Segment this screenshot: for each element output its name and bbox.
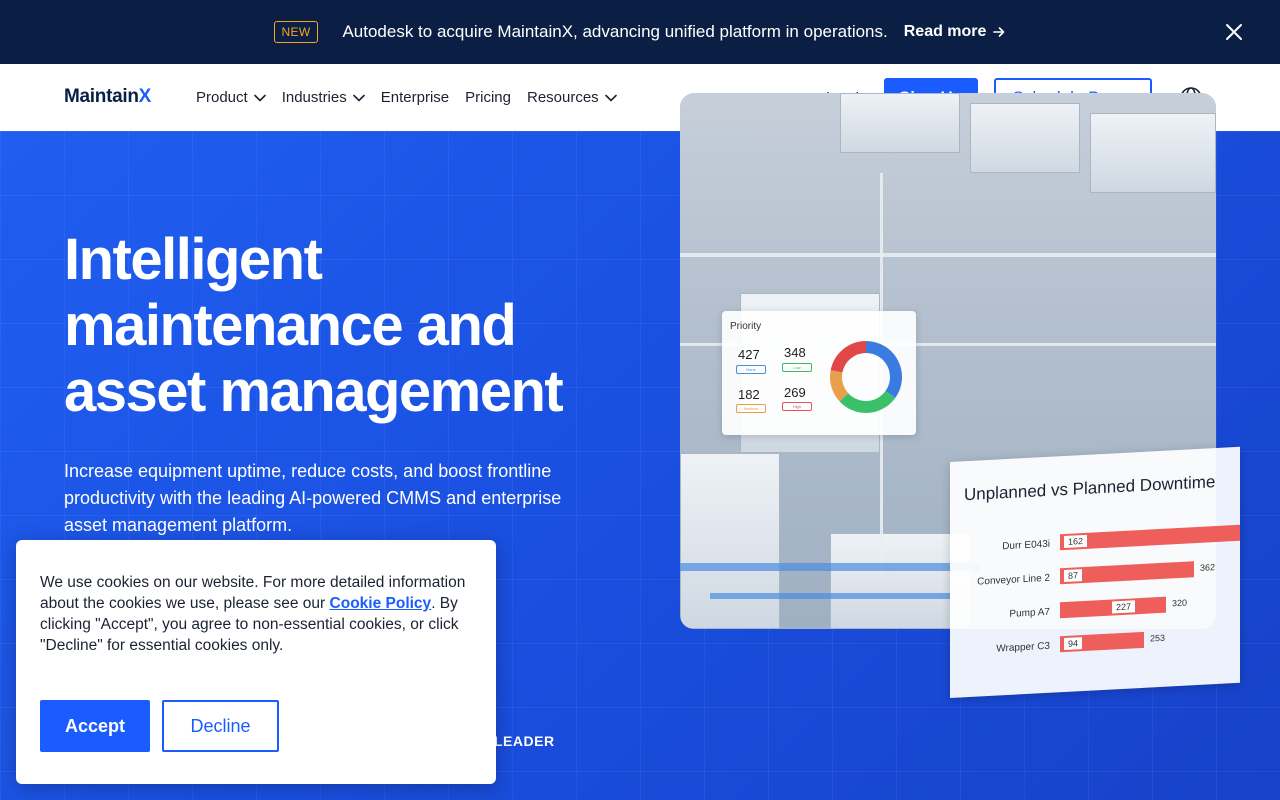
- priority-card: Priority 427 None 348 Low 182 Medium 269…: [722, 311, 916, 435]
- guard-rail: [680, 253, 1216, 257]
- arrow-right-icon: [993, 27, 1005, 37]
- downtime-bar-value: 227: [1112, 600, 1136, 614]
- downtime-bar-total: 362: [1200, 562, 1216, 573]
- downtime-row-label: Conveyor Line 2: [977, 572, 1050, 588]
- blue-frame: [710, 593, 950, 599]
- downtime-bar-total: 320: [1172, 597, 1188, 609]
- priority-value: 269: [784, 385, 806, 400]
- downtime-bar-value: 162: [1064, 534, 1088, 549]
- downtime-row-label: Wrapper C3: [996, 640, 1050, 655]
- new-badge: NEW: [273, 21, 319, 43]
- read-more-label: Read more: [903, 23, 987, 40]
- nav-item-label: Enterprise: [380, 89, 450, 106]
- nav-item-product[interactable]: Product: [196, 89, 266, 106]
- machine-shape: [840, 93, 960, 153]
- announcement-message: Autodesk to acquire MaintainX, advancing…: [342, 22, 888, 41]
- maintainx-logo[interactable]: MaintainX: [64, 86, 151, 108]
- priority-value: 182: [738, 387, 760, 402]
- downtime-bar: 94: [1060, 631, 1144, 653]
- machine-shape: [970, 103, 1080, 173]
- donut-slice-1: [839, 390, 896, 413]
- cookie-text: We use cookies on our website. For more …: [40, 572, 480, 656]
- downtime-bar-value: 87: [1064, 569, 1083, 583]
- cookie-banner: We use cookies on our website. For more …: [16, 540, 496, 784]
- nav-item-label: Product: [196, 89, 248, 106]
- downtime-row-label: Pump A7: [1009, 606, 1050, 620]
- downtime-bar-total: 253: [1150, 632, 1166, 644]
- downtime-bar: 87: [1060, 561, 1194, 585]
- donut-slice-2: [830, 370, 849, 402]
- machine-shape: [1090, 113, 1216, 193]
- machine-shape: [830, 533, 970, 629]
- downtime-title: Unplanned vs Planned Downtime: [964, 472, 1216, 505]
- decline-button[interactable]: Decline: [162, 700, 279, 752]
- leader-badge-text: LEADER: [494, 733, 555, 749]
- priority-value: 427: [738, 347, 760, 362]
- priority-tag: Low: [782, 363, 812, 372]
- blue-frame: [680, 563, 980, 571]
- downtime-row-label: Durr E043i: [1002, 538, 1050, 553]
- priority-donut-chart: [830, 341, 902, 413]
- announcement-bar: NEW Autodesk to acquire MaintainX, advan…: [0, 0, 1280, 64]
- nav-menu: Product Industries Enterprise Pricing Re…: [196, 64, 633, 131]
- priority-tag: Medium: [736, 404, 766, 413]
- read-more-link[interactable]: Read more: [904, 23, 1007, 41]
- donut-slice-0: [865, 341, 902, 398]
- downtime-bar: 227: [1060, 596, 1166, 619]
- chevron-down-icon: [604, 94, 617, 102]
- priority-title: Priority: [730, 321, 762, 332]
- machine-shape: [680, 453, 780, 629]
- close-icon[interactable]: [1222, 20, 1246, 44]
- priority-tag: High: [782, 402, 812, 411]
- nav-item-pricing[interactable]: Pricing: [465, 89, 511, 106]
- chevron-down-icon: [253, 94, 266, 102]
- downtime-bar-value: 94: [1064, 637, 1083, 651]
- downtime-card: Unplanned vs Planned Downtime Durr E043i…: [950, 446, 1240, 698]
- donut-slice-3: [830, 341, 867, 373]
- priority-value: 348: [784, 345, 806, 360]
- nav-item-label: Industries: [281, 89, 347, 106]
- nav-item-label: Pricing: [465, 89, 511, 106]
- cookie-policy-link[interactable]: Cookie Policy: [330, 595, 432, 612]
- accept-button[interactable]: Accept: [40, 700, 150, 752]
- logo-text: Maintain: [64, 86, 139, 107]
- nav-item-enterprise[interactable]: Enterprise: [381, 89, 449, 106]
- priority-tag: None: [736, 365, 766, 374]
- downtime-bar: 162: [1060, 524, 1240, 551]
- nav-item-industries[interactable]: Industries: [282, 89, 365, 106]
- logo-x: X: [138, 86, 152, 107]
- hero-subhead: Increase equipment uptime, reduce costs,…: [64, 461, 562, 535]
- hero-headline: Intelligent maintenance and asset manage…: [64, 227, 564, 424]
- nav-item-label: Resources: [526, 89, 599, 106]
- nav-item-resources[interactable]: Resources: [527, 89, 617, 106]
- chevron-down-icon: [352, 94, 365, 102]
